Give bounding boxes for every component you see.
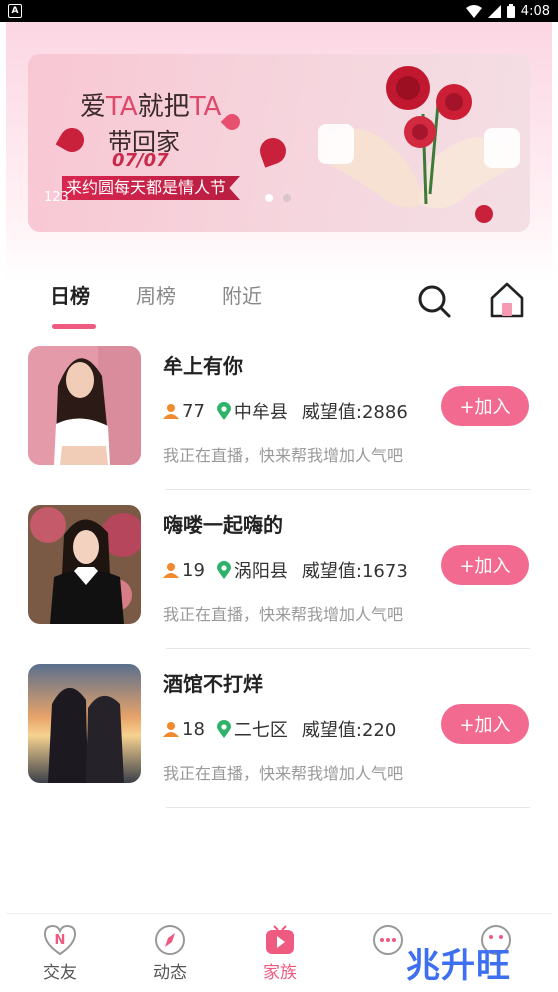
svg-text:N: N [55, 933, 66, 948]
family-description: 我正在直播，快来帮我增加人气吧 [163, 446, 404, 465]
prestige-value: 威望值:220 [301, 720, 397, 741]
banner-pager[interactable] [265, 194, 291, 202]
petal-decoration [55, 123, 89, 157]
pager-dot[interactable] [283, 194, 291, 202]
battery-icon [506, 4, 515, 18]
family-name: 嗨喽一起嗨的 [163, 513, 283, 537]
family-name: 牟上有你 [163, 354, 243, 378]
nav-item-moments[interactable]: 动态 [140, 924, 200, 983]
family-meta: 77 中牟县 威望值:2886 [163, 398, 408, 424]
prestige-value: 威望值:1673 [301, 561, 408, 582]
person-icon [163, 563, 179, 578]
join-button[interactable]: +加入 [441, 386, 529, 426]
family-description: 我正在直播，快来帮我增加人气吧 [163, 605, 404, 624]
member-count: 18 [182, 718, 205, 740]
banner-index-label: 123 [44, 190, 69, 205]
search-icon[interactable] [416, 283, 452, 319]
watermark-logo: 兆升旺 [406, 946, 511, 986]
petal-decoration [220, 110, 244, 134]
member-count: 19 [182, 559, 205, 581]
family-description: 我正在直播，快来帮我增加人气吧 [163, 764, 404, 783]
ranking-tabs: 日榜 周榜 附近 [50, 280, 262, 329]
list-item[interactable]: 牟上有你 77 中牟县 威望值:2886 我正在直播，快来帮我增加人气吧 +加入 [28, 346, 530, 505]
location: 涡阳县 [233, 561, 288, 582]
banner-ribbon: 来约圆每天都是情人节 [62, 176, 241, 200]
family-name: 酒馆不打烊 [163, 672, 263, 696]
home-icon[interactable] [489, 281, 525, 319]
banner-date: 07/07 [112, 150, 169, 171]
nav-label: 动态 [153, 963, 187, 983]
join-button[interactable]: +加入 [441, 704, 529, 744]
family-avatar[interactable] [28, 505, 141, 624]
divider [166, 648, 530, 649]
tab-daily[interactable]: 日榜 [50, 280, 96, 329]
couple-hands-roses-illustration [318, 66, 520, 223]
location-pin-icon [216, 402, 231, 420]
member-count: 77 [182, 400, 205, 422]
family-avatar[interactable] [28, 664, 141, 783]
divider [166, 489, 530, 490]
person-icon [163, 404, 179, 419]
divider [166, 807, 530, 808]
family-avatar[interactable] [28, 346, 141, 465]
chat-icon [373, 925, 403, 955]
list-item[interactable]: 酒馆不打烊 18 二七区 威望值:220 我正在直播，快来帮我增加人气吧 +加入 [28, 664, 530, 823]
status-bar: A 4:08 [0, 0, 558, 22]
location: 中牟县 [233, 402, 288, 423]
list-item[interactable]: 嗨喽一起嗨的 19 涡阳县 威望值:1673 我正在直播，快来帮我增加人气吧 +… [28, 505, 530, 664]
nav-label: 交友 [43, 963, 77, 983]
petal-decoration [256, 134, 290, 168]
clock: 4:08 [520, 3, 550, 19]
person-icon [163, 722, 179, 737]
family-meta: 19 涡阳县 威望值:1673 [163, 557, 408, 583]
tab-nearby[interactable]: 附近 [222, 280, 262, 320]
heart-n-icon: N [43, 924, 77, 956]
family-list: 牟上有你 77 中牟县 威望值:2886 我正在直播，快来帮我增加人气吧 +加入 [28, 346, 530, 823]
family-meta: 18 二七区 威望值:220 [163, 716, 396, 742]
wifi-icon [465, 4, 482, 18]
tab-weekly[interactable]: 周榜 [136, 280, 176, 320]
banner-title: 爱TA就把TA [80, 92, 222, 122]
join-button[interactable]: +加入 [441, 545, 529, 585]
app-notification-icon: A [8, 4, 22, 18]
promo-banner[interactable]: 爱TA就把TA 带回家 07/07 来约圆每天都是情人节 123 [28, 54, 530, 232]
signal-icon [487, 4, 501, 18]
nav-item-family[interactable]: 家族 [250, 924, 310, 983]
compass-icon [155, 925, 185, 955]
tv-play-icon [266, 925, 294, 954]
nav-label: 家族 [263, 963, 297, 983]
prestige-value: 威望值:2886 [301, 402, 408, 423]
pager-dot-active[interactable] [265, 194, 273, 202]
location-pin-icon [216, 561, 231, 579]
nav-item-friends[interactable]: N 交友 [30, 924, 90, 983]
location: 二七区 [233, 720, 288, 741]
location-pin-icon [216, 720, 231, 738]
